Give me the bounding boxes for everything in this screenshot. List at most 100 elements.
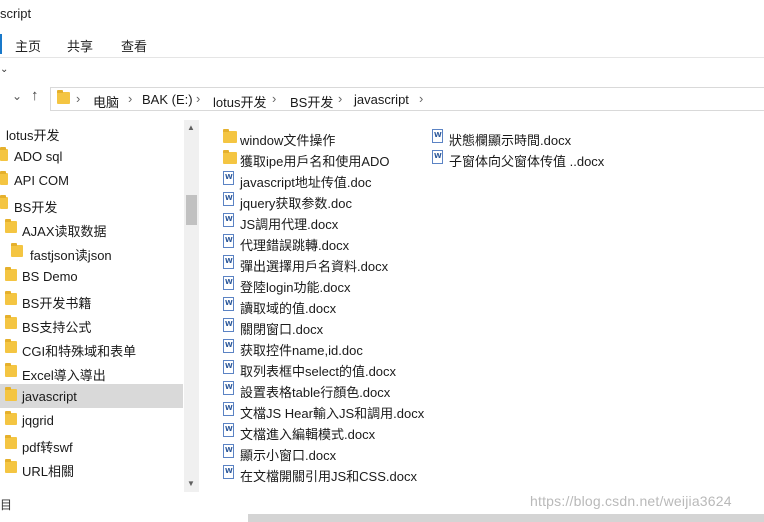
tree-item-label: BS Demo [22, 269, 78, 284]
file-name: 顯示小窗口.docx [240, 448, 337, 463]
ribbon-tabs: 主页 共享 查看 [0, 32, 764, 56]
file-name: 設置表格table行顏色.docx [240, 385, 391, 400]
tree-item[interactable]: AJAX读取数据 [0, 216, 183, 240]
word-doc-icon [223, 423, 234, 437]
tree-item[interactable]: ADO sql [0, 144, 183, 168]
word-doc-icon [223, 360, 234, 374]
tree-item-label: Excel導入導出 [22, 368, 106, 383]
folder-icon [0, 147, 8, 161]
ribbon-divider [0, 57, 764, 58]
scrollbar-thumb[interactable] [186, 195, 197, 225]
file-name: 文檔進入編輯模式.docx [240, 427, 376, 442]
up-arrow-icon[interactable]: ↑ [31, 87, 39, 104]
tree-item[interactable]: URL相關 [0, 456, 183, 480]
tab-share[interactable]: 共享 [67, 36, 93, 55]
folder-icon [0, 171, 8, 185]
breadcrumb-lotus[interactable]: lotus开发 [213, 92, 266, 111]
file-name: 获取控件name,id.doc [240, 343, 363, 358]
chevron-right-icon[interactable]: › [196, 91, 200, 106]
tree-item[interactable]: BS Demo [0, 264, 183, 288]
file-name: 文檔JS Hear輸入JS和調用.docx [240, 406, 425, 421]
tab-home[interactable]: 主页 [15, 36, 41, 55]
folder-icon [5, 459, 17, 473]
chevron-right-icon[interactable]: › [76, 91, 80, 106]
file-name: JS調用代理.docx [240, 217, 339, 232]
tree-item[interactable]: CGI和特殊域和表单 [0, 336, 183, 360]
folder-icon [0, 195, 8, 209]
recent-locations-icon[interactable]: ⌄ [12, 89, 22, 103]
nav-pane-scrollbar[interactable]: ▲ ▼ [184, 120, 199, 492]
folder-icon [5, 219, 17, 233]
file-name: javascript地址传值.doc [240, 175, 372, 190]
word-doc-icon [223, 318, 234, 332]
folder-icon [57, 90, 70, 104]
word-doc-icon [223, 213, 234, 227]
status-text: 目 [0, 498, 13, 512]
breadcrumb-computer[interactable]: 电脑 [93, 92, 119, 111]
chevron-right-icon[interactable]: › [419, 91, 423, 106]
folder-icon [5, 291, 17, 305]
ribbon-expand-icon[interactable]: ⌄ [0, 64, 8, 75]
breadcrumb-drive[interactable]: BAK (E:) [142, 92, 193, 107]
scroll-down-icon[interactable]: ▼ [187, 479, 195, 488]
word-doc-icon [432, 150, 443, 164]
tree-item-label: URL相關 [22, 464, 75, 479]
folder-icon [5, 435, 17, 449]
folder-icon [223, 129, 237, 143]
tree-item[interactable]: Excel導入導出 [0, 360, 183, 384]
word-doc-icon [223, 171, 234, 185]
address-bar[interactable]: › 电脑 › BAK (E:) › lotus开发 › BS开发 › javas… [50, 87, 764, 111]
tree-item[interactable]: BS支持公式 [0, 312, 183, 336]
file-name: 在文檔開關引用JS和CSS.docx [240, 469, 417, 484]
scroll-up-icon[interactable]: ▲ [187, 123, 195, 132]
word-doc-icon [432, 129, 443, 143]
breadcrumb-javascript[interactable]: javascript [354, 92, 409, 107]
tree-item[interactable]: BS开发 [0, 192, 183, 216]
file-name: 讀取域的值.docx [240, 301, 337, 316]
tree-item-label: jqgrid [22, 413, 54, 428]
folder-icon [5, 387, 17, 401]
tree-item-label: BS开发书籍 [22, 296, 92, 311]
word-doc-icon [223, 297, 234, 311]
tree-item-label: CGI和特殊域和表单 [22, 344, 137, 359]
word-doc-icon [223, 381, 234, 395]
file-name: jquery获取参数.doc [240, 196, 352, 211]
word-doc-icon [223, 234, 234, 248]
chevron-right-icon[interactable]: › [338, 91, 342, 106]
tree-item[interactable]: jqgrid [0, 408, 183, 432]
word-doc-icon [223, 465, 234, 479]
tree-item[interactable]: fastjson读json [0, 240, 183, 264]
tree-item-label: pdf转swf [22, 440, 73, 455]
file-name: window文件操作 [240, 133, 336, 148]
folder-icon [5, 339, 17, 353]
folder-icon [5, 267, 17, 281]
word-doc-icon [223, 192, 234, 206]
tree-item[interactable]: API COM [0, 168, 183, 192]
folder-icon [223, 150, 237, 164]
tab-view[interactable]: 查看 [121, 36, 147, 55]
tree-item[interactable]: BS开发书籍 [0, 288, 183, 312]
tree-item[interactable]: lotus开发 [0, 120, 183, 144]
file-name: 子窗体向父窗体传值 ..docx [449, 154, 605, 169]
tree-item[interactable]: pdf转swf [0, 432, 183, 456]
file-name: 登陸login功能.docx [240, 280, 351, 295]
ribbon-selection-bar [0, 34, 2, 54]
tree-item-label: BS开发 [14, 200, 58, 215]
watermark-text: https://blog.csdn.net/weijia3624 [530, 493, 732, 509]
folder-icon [5, 411, 17, 425]
tree-item[interactable]: javascript [0, 384, 183, 408]
taskbar-strip [248, 514, 764, 522]
chevron-right-icon[interactable]: › [272, 91, 276, 106]
tree-item-label: API COM [14, 173, 69, 188]
word-doc-icon [223, 276, 234, 290]
file-name: 獲取ipe用戶名和使用ADO [240, 154, 390, 169]
file-name: 狀態欄顯示時間.docx [449, 133, 572, 148]
window-title: script [0, 6, 32, 21]
chevron-right-icon[interactable]: › [128, 91, 132, 106]
breadcrumb-bs[interactable]: BS开发 [290, 92, 333, 111]
word-doc-icon [223, 402, 234, 416]
navigation-bar: ⌄ ↑ › 电脑 › BAK (E:) › lotus开发 › BS开发 › j… [0, 86, 764, 112]
tree-item-label: ADO sql [14, 149, 63, 164]
word-doc-icon [223, 444, 234, 458]
file-name: 關閉窗口.docx [240, 322, 324, 337]
